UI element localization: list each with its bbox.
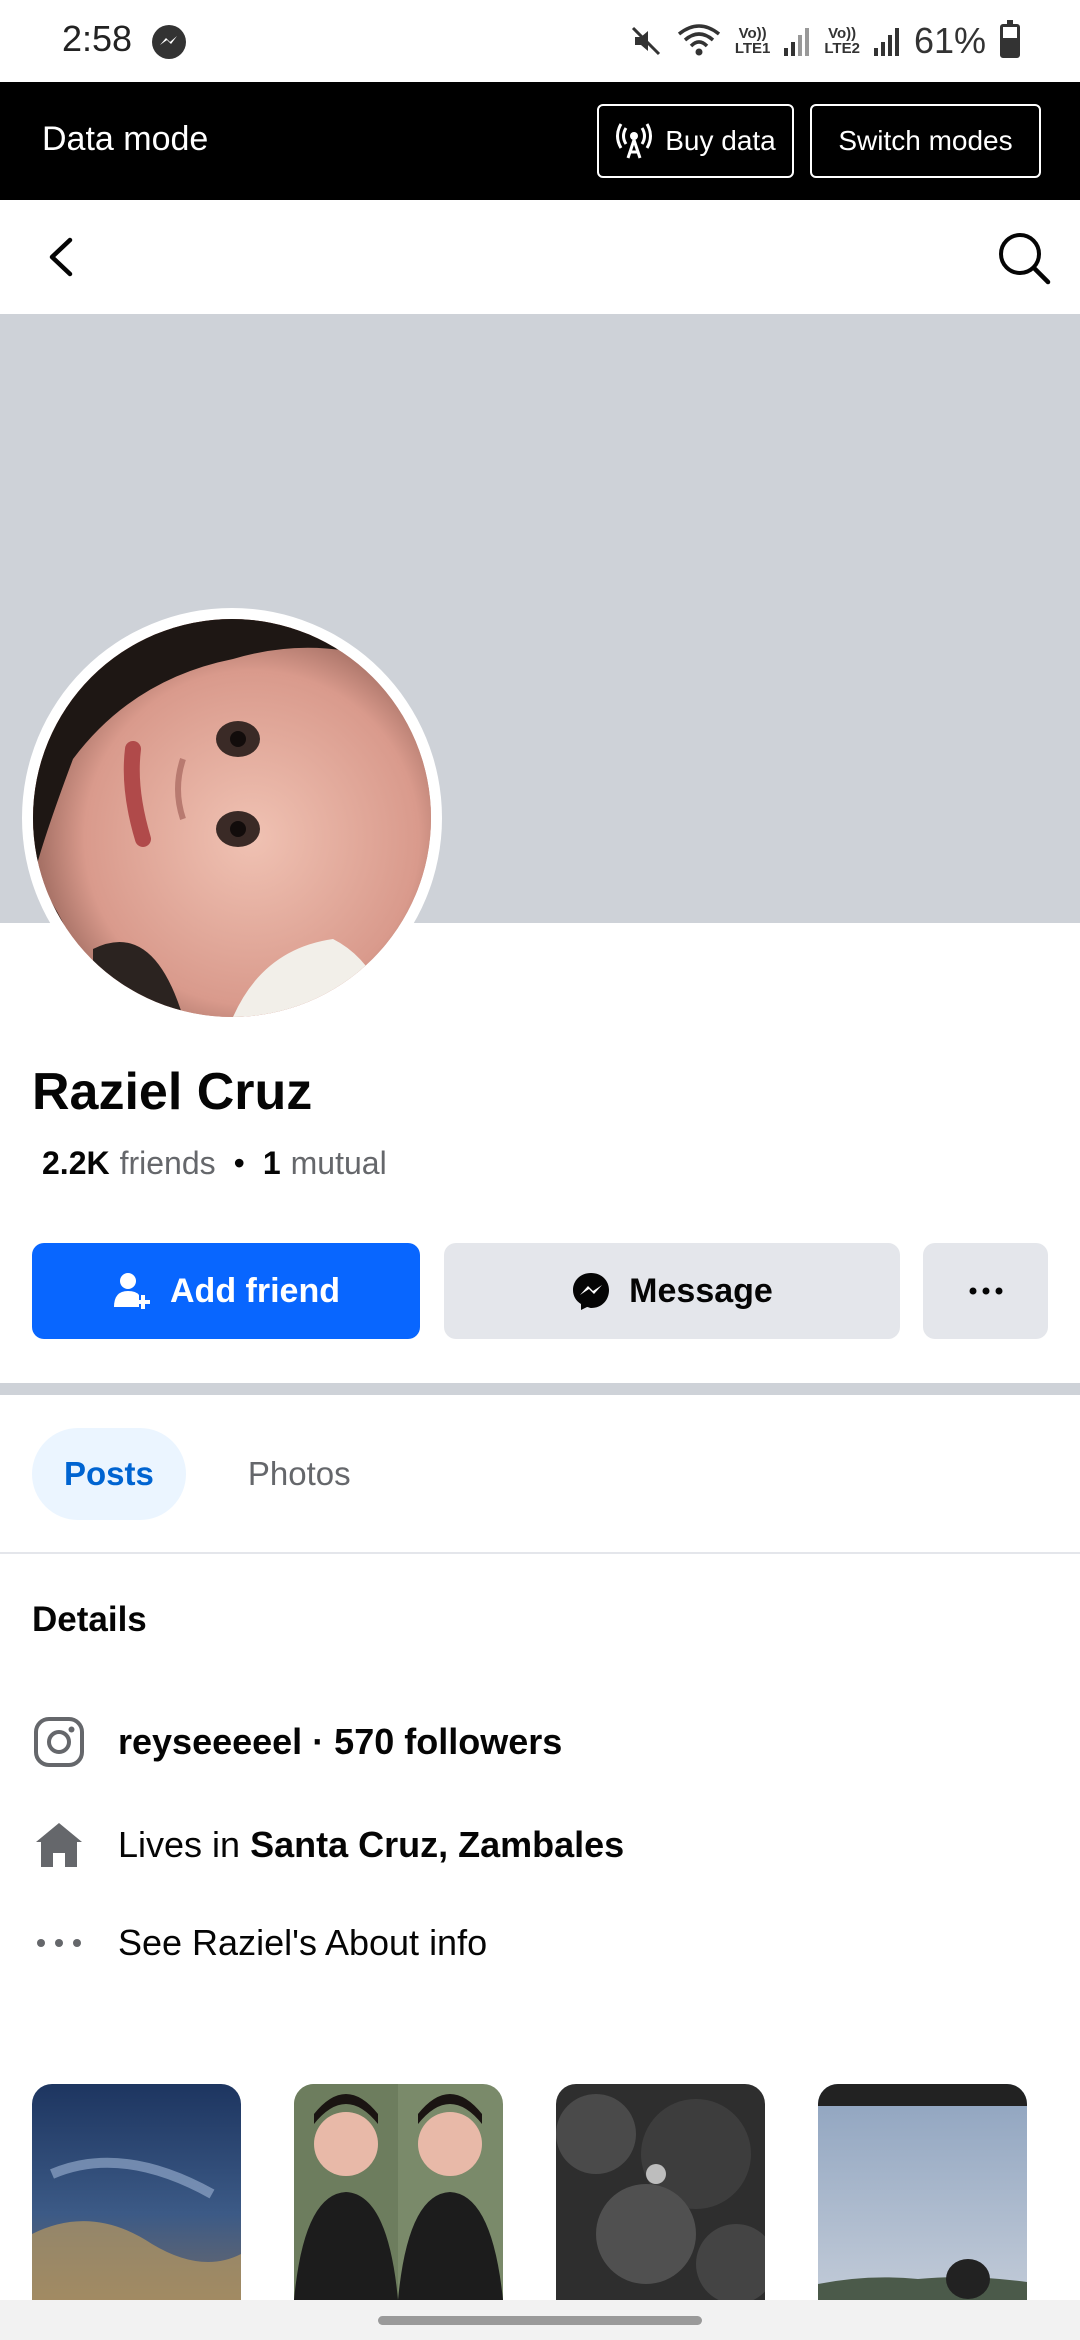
messenger-icon [573,1273,610,1310]
profile-picture-frame[interactable] [22,608,442,1028]
section-divider [0,1383,1080,1395]
home-indicator-bar [0,2300,1080,2340]
switch-modes-label: Switch modes [838,125,1013,156]
photo-strip [32,2084,1048,2300]
data-mode-title: Data mode [42,120,209,158]
battery-percent: 61% [913,20,986,61]
more-options-button[interactable] [923,1243,1048,1339]
profile-actions: Add friend Message [32,1243,1048,1339]
sim2-label: Vo)) LTE2 [824,25,860,57]
signal-icon [873,28,899,56]
battery-icon [1000,20,1020,58]
data-mode-bar: Data mode Buy data Switch modes [0,82,1080,200]
messenger-notification-icon [152,25,186,59]
add-friend-button[interactable]: Add friend [32,1243,420,1339]
profile-name: Raziel Cruz [32,1063,313,1121]
back-button[interactable] [32,226,92,286]
signal-icon [784,28,810,56]
message-button[interactable]: Message [444,1243,900,1339]
mutual-label: mutual [290,1145,387,1181]
status-time: 2:58 [62,18,133,59]
home-icon [32,1818,86,1872]
status-icons: Vo)) LTE1 Vo)) LTE2 61% [629,14,1020,68]
switch-modes-button[interactable]: Switch modes [810,104,1041,178]
more-dots-icon [969,1287,1002,1295]
friends-count: 2.2K [42,1145,110,1181]
instagram-followers: · 570 followers [302,1721,563,1762]
buy-data-button[interactable]: Buy data [597,104,794,178]
buy-data-label: Buy data [665,125,776,156]
wifi-icon [677,24,720,56]
tab-posts[interactable]: Posts [32,1428,186,1520]
status-bar: 2:58 Vo)) LTE1 Vo)) LTE2 61% [0,0,1080,82]
photo-thumbnail-trees[interactable] [556,2084,765,2300]
more-dots-icon [32,1916,86,1970]
home-gesture-pill[interactable] [378,2316,702,2325]
lives-in-prefix: Lives in [118,1824,251,1865]
lives-in-place: Santa Cruz, Zambales [250,1824,625,1865]
antenna-icon [616,123,653,159]
about-info-link[interactable]: See Raziel's About info [32,1913,487,1973]
about-info-label: See Raziel's About info [118,1922,488,1963]
message-label: Message [629,1271,773,1310]
profile-tabs: Posts Photos [32,1428,383,1520]
friends-label: friends [119,1145,216,1181]
friends-summary[interactable]: 2.2K friends • 1 mutual [42,1145,387,1182]
instagram-detail[interactable]: reyseeeeel · 570 followers [32,1712,562,1772]
search-button[interactable] [994,228,1054,288]
search-icon [999,233,1051,285]
mutual-count: 1 [262,1145,281,1181]
photo-thumbnail-selfie[interactable] [294,2084,503,2300]
add-person-icon [114,1273,150,1309]
tabs-divider [0,1552,1080,1554]
profile-picture[interactable] [33,619,431,1017]
navigation-bar [0,200,1080,314]
sim1-label: Vo)) LTE1 [734,25,771,57]
instagram-icon [32,1715,86,1769]
lives-in-detail: Lives in Santa Cruz, Zambales [32,1815,624,1875]
separator-dot: • [233,1145,245,1181]
mute-icon [631,26,660,56]
photo-thumbnail-cloudy-sea[interactable] [818,2084,1027,2300]
add-friend-label: Add friend [170,1271,340,1310]
photo-thumbnail-sky-sunset[interactable] [32,2084,241,2300]
details-heading: Details [32,1600,147,1639]
instagram-handle: reyseeeeel [118,1721,303,1762]
tab-photos[interactable]: Photos [216,1428,383,1520]
back-icon [49,237,73,277]
